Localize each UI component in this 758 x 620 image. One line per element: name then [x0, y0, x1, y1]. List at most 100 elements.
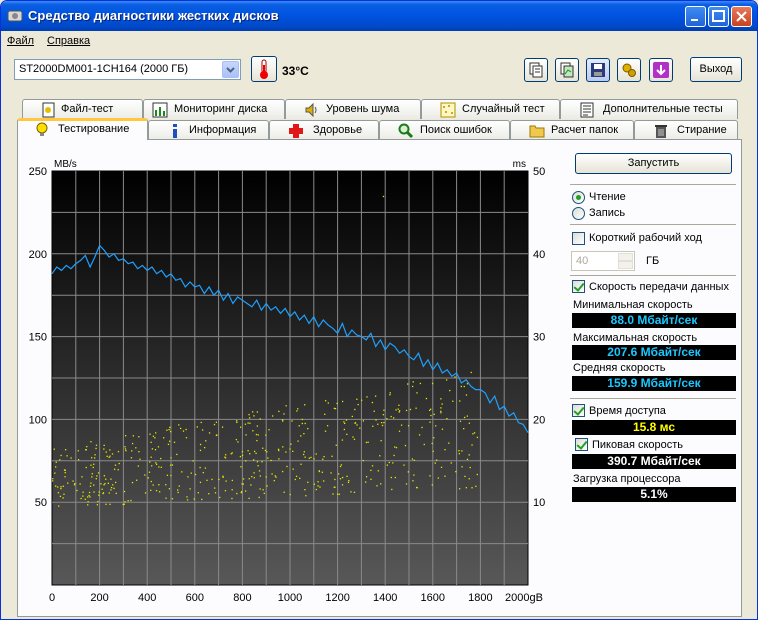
access-time-point: [137, 465, 140, 467]
chevron-down-icon[interactable]: [222, 61, 239, 78]
access-time-point: [92, 466, 94, 469]
access-time-point: [165, 484, 167, 486]
tab-testing[interactable]: Тестирование: [17, 118, 148, 140]
access-time-point: [60, 487, 62, 490]
access-time-point: [82, 491, 84, 493]
access-time-point: [59, 495, 62, 498]
tab-erase[interactable]: Стирание: [634, 120, 738, 140]
access-time-point: [109, 449, 111, 451]
save-button[interactable]: [586, 58, 610, 82]
access-time-point: [170, 457, 172, 459]
access-time-point: [118, 462, 120, 465]
access-time-point: [103, 484, 105, 486]
short-stroke-spinner[interactable]: 40: [571, 251, 635, 271]
access-time-point: [241, 454, 244, 457]
tab-folder-usage[interactable]: Расчет папок: [510, 120, 634, 140]
access-time-point: [199, 481, 202, 484]
access-time-point: [411, 458, 414, 460]
access-time-point: [124, 448, 127, 450]
y-left-tick-label: 200: [29, 249, 47, 261]
tab-error-scan[interactable]: Поиск ошибок: [379, 120, 510, 140]
access-time-point: [131, 442, 134, 445]
access-time-point: [93, 484, 95, 486]
access-time-point: [186, 496, 188, 498]
access-time-point: [64, 471, 66, 474]
access-time-point: [339, 465, 342, 468]
maximize-button[interactable]: [708, 6, 729, 27]
short-stroke-checkbox[interactable]: [572, 232, 585, 245]
access-time-point: [96, 504, 99, 506]
access-time-point: [103, 475, 106, 477]
start-button[interactable]: Запустить: [575, 153, 732, 174]
info-icon: [173, 124, 177, 138]
access-time-point: [423, 443, 425, 446]
access-time-point: [253, 459, 255, 461]
read-radio[interactable]: [572, 191, 585, 204]
access-time-point: [266, 451, 268, 453]
transfer-rate-checkbox[interactable]: [572, 280, 585, 293]
access-time-point: [346, 433, 348, 435]
tab-information[interactable]: Информация: [148, 120, 269, 140]
access-time-point: [382, 414, 385, 416]
access-time-point: [55, 461, 57, 463]
access-time-point: [430, 408, 432, 410]
burst-rate-checkbox[interactable]: [575, 438, 588, 451]
access-time-point: [305, 495, 307, 497]
title-bar[interactable]: Средство диагностики жестких дисков: [1, 1, 757, 31]
access-time-point: [450, 462, 452, 464]
tab-extra-tests[interactable]: Дополнительные тесты: [560, 99, 738, 119]
access-time-point: [87, 501, 89, 503]
access-time-point: [271, 415, 274, 417]
tab-health[interactable]: Здоровье: [269, 120, 379, 140]
access-time-checkbox[interactable]: [572, 404, 585, 417]
minimize-button[interactable]: [685, 6, 706, 27]
access-time-point: [256, 411, 259, 413]
exit-button[interactable]: Выход: [690, 57, 742, 82]
x-tick-label: 400: [138, 592, 156, 604]
tab-file-test[interactable]: Файл-тест: [22, 99, 143, 119]
y-right-axis-label: ms: [513, 159, 526, 170]
spin-up-icon[interactable]: [618, 253, 633, 261]
drive-select[interactable]: ST2000DM001-1CH164 (2000 ГБ): [14, 59, 241, 80]
access-time-point: [353, 491, 356, 493]
copy-graph-button[interactable]: [555, 58, 579, 82]
close-button[interactable]: [731, 6, 752, 27]
access-time-point: [90, 457, 93, 459]
spin-down-icon[interactable]: [618, 261, 633, 269]
access-time-point: [200, 421, 202, 424]
access-time-point: [244, 423, 247, 425]
access-time-point: [245, 434, 247, 436]
access-time-point: [347, 481, 350, 484]
menu-file[interactable]: Файл: [7, 35, 34, 47]
access-time-point: [236, 492, 238, 495]
download-button[interactable]: [649, 58, 673, 82]
access-time-point: [160, 457, 162, 460]
access-time-point: [341, 484, 344, 486]
access-time-point: [440, 412, 442, 414]
tab-noise-level[interactable]: Уровень шума: [285, 99, 421, 119]
temperature-button[interactable]: [251, 56, 277, 82]
access-time-point: [110, 478, 112, 480]
access-time-point: [380, 422, 383, 424]
access-time-point: [472, 433, 474, 435]
access-time-point: [123, 503, 125, 505]
access-time-point: [383, 421, 385, 424]
access-time-point: [301, 422, 303, 425]
options-button[interactable]: [617, 58, 641, 82]
tab-disk-monitor[interactable]: Мониторинг диска: [143, 99, 285, 119]
access-time-point: [343, 421, 345, 423]
access-time-point: [240, 466, 242, 468]
health-cross-icon: [289, 124, 303, 138]
y-left-tick-label: 50: [35, 497, 47, 509]
access-time-point: [131, 481, 134, 484]
access-time-point: [354, 422, 356, 424]
window-title: Средство диагностики жестких дисков: [28, 8, 279, 23]
access-time-point: [56, 486, 59, 488]
tab-random-test[interactable]: Случайный тест: [421, 99, 560, 119]
write-radio[interactable]: [572, 207, 585, 220]
copy-button[interactable]: [524, 58, 548, 82]
access-time-point: [321, 471, 324, 473]
access-time-point: [93, 463, 95, 465]
access-time-point: [105, 478, 107, 480]
menu-help[interactable]: Справка: [47, 35, 90, 47]
